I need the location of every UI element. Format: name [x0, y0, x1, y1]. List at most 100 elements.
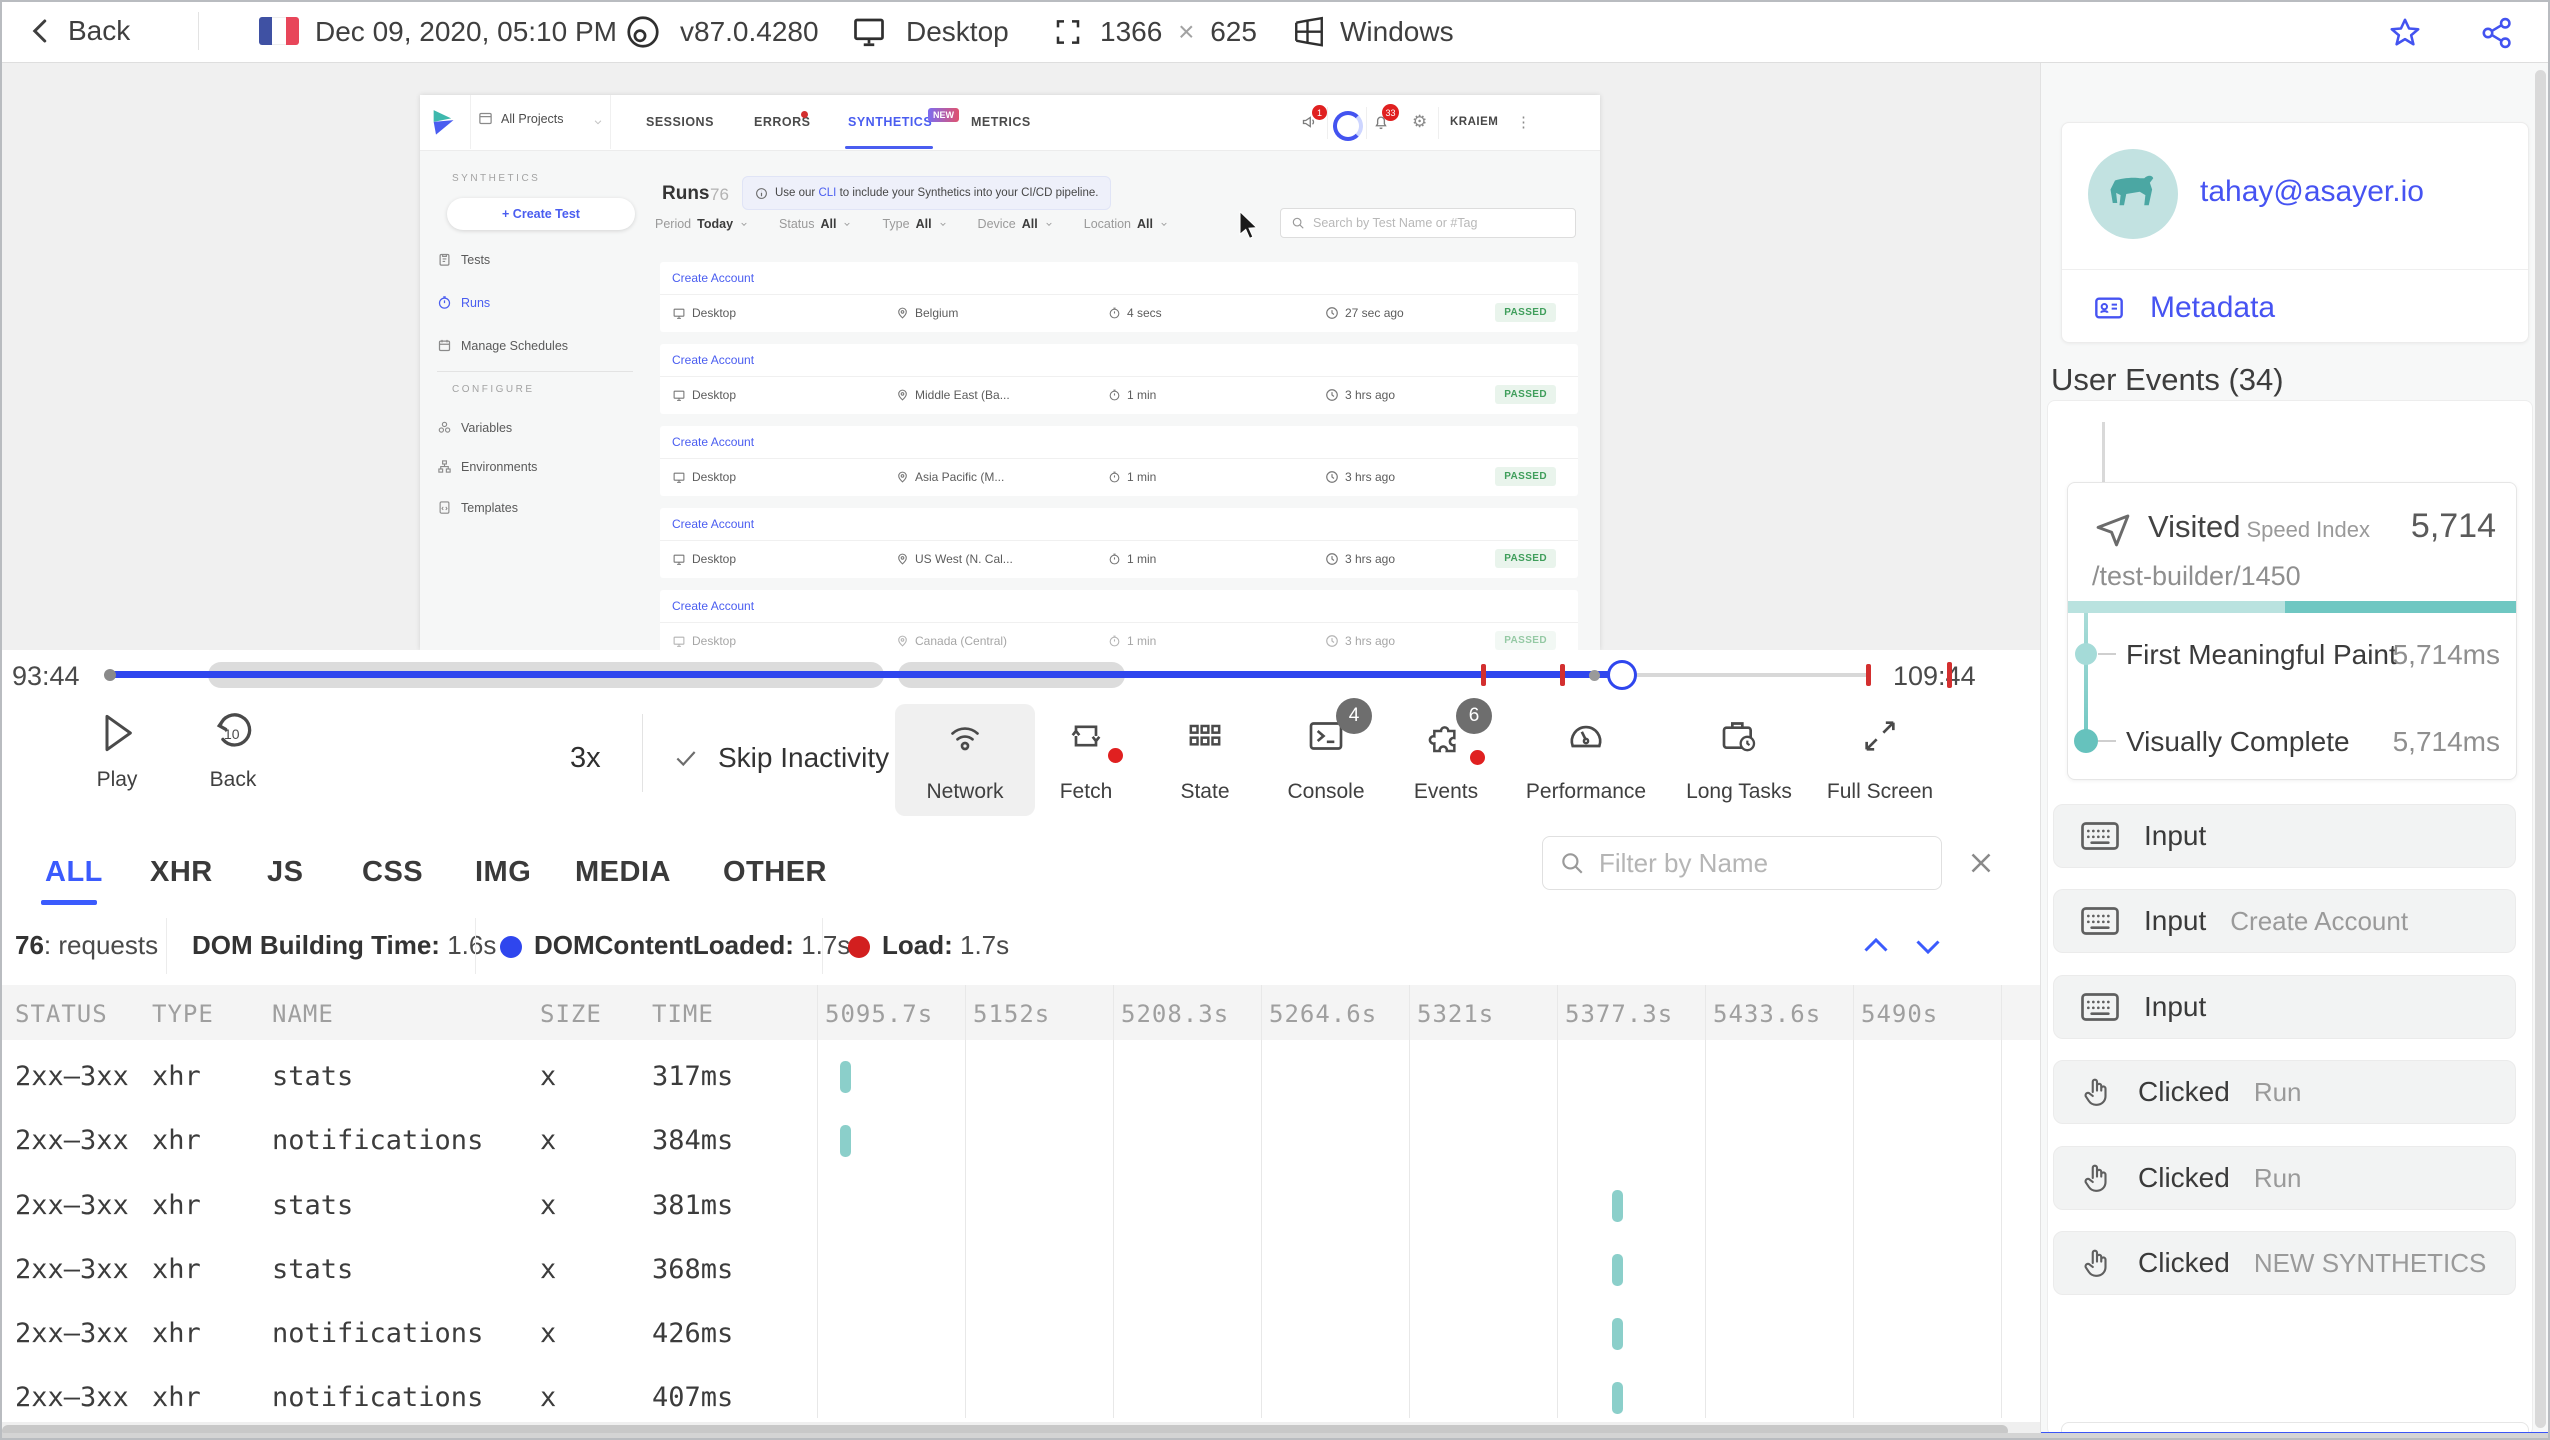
- timer-icon: [437, 295, 452, 310]
- network-tab-css[interactable]: CSS: [362, 856, 423, 889]
- back-button[interactable]: Back: [26, 12, 130, 50]
- col-size: SIZE: [540, 1000, 602, 1028]
- fetch-activity-dot: [1108, 748, 1123, 763]
- chevron-down-icon: [592, 117, 604, 127]
- event-card-input[interactable]: Input Create Account: [2053, 889, 2516, 953]
- time-col-7: 5490s: [1861, 1000, 1939, 1028]
- search-icon: [1291, 216, 1305, 230]
- jump-next-icon[interactable]: [1908, 928, 1948, 964]
- event-card-input[interactable]: Input: [2053, 975, 2516, 1039]
- calendar-icon: [437, 338, 452, 353]
- playhead-handle[interactable]: [1607, 660, 1637, 690]
- network-panel: ALL XHR JS CSS IMG MEDIA OTHER 76: reque…: [0, 822, 2040, 1440]
- request-timing-bar: [840, 1125, 851, 1157]
- event-connector-line: [2102, 422, 2105, 482]
- request-timing-bar: [840, 1061, 851, 1093]
- run-status-badge: PASSED: [1495, 467, 1556, 486]
- event-card-input[interactable]: Input: [2053, 804, 2516, 868]
- time-col-1: 5152s: [973, 1000, 1051, 1028]
- visually-complete-dot: [2074, 729, 2098, 753]
- skip-inactivity-toggle[interactable]: Skip Inactivity: [672, 742, 889, 774]
- sidebar-item-environments: Environments: [437, 459, 537, 474]
- sidebar-scrollbar[interactable]: [2535, 70, 2546, 1428]
- run-name-link: Create Account: [672, 435, 755, 449]
- speed-index-value: 5,714: [2410, 507, 2496, 545]
- play-button[interactable]: Play: [85, 710, 149, 792]
- back-10s-button[interactable]: 10 Back: [200, 710, 266, 792]
- active-tab-underline: [845, 146, 933, 149]
- run-status-badge: PASSED: [1495, 303, 1556, 322]
- events-panel-button[interactable]: 6 Events: [1376, 698, 1516, 816]
- fmp-value: 5,714ms: [2392, 639, 2500, 670]
- sidebar-section-synthetics: SYNTHETICS: [452, 173, 541, 184]
- fullscreen-button[interactable]: Full Screen: [1810, 704, 1950, 816]
- favorite-star-icon[interactable]: [2386, 15, 2424, 51]
- keyboard-icon: [2080, 992, 2120, 1022]
- network-tab-all[interactable]: ALL: [45, 856, 103, 889]
- session-info-sidebar: tahay@asayer.io Metadata User Events (34…: [2040, 62, 2550, 1440]
- fmp-dot: [2075, 643, 2097, 665]
- domcontentloaded-stat: DOMContentLoaded: 1.7s: [534, 930, 851, 960]
- event-card-click[interactable]: Clicked NEW SYNTHETICS: [2053, 1231, 2516, 1295]
- run-when: 27 sec ago: [1325, 306, 1404, 320]
- metadata-button[interactable]: Metadata: [2090, 291, 2275, 325]
- new-badge: NEW: [928, 108, 959, 122]
- metric-connector: [2084, 613, 2088, 743]
- replay-viewport: All Projects SESSIONS ERRORS SYNTHETICS …: [0, 62, 2040, 650]
- run-duration: 1 min: [1108, 552, 1156, 566]
- event-card-click[interactable]: Clicked Run: [2053, 1146, 2516, 1210]
- france-flag-icon: [259, 17, 299, 45]
- network-tab-js[interactable]: JS: [267, 856, 303, 889]
- timeline-progress: [110, 671, 1622, 678]
- search-icon: [1559, 850, 1585, 876]
- network-panel-button[interactable]: Network: [895, 704, 1035, 816]
- filter-box: [1542, 836, 1942, 890]
- check-icon: [672, 745, 700, 771]
- timeline-start-marker: [104, 669, 116, 681]
- user-email-link[interactable]: tahay@asayer.io: [2200, 175, 2424, 209]
- navigation-icon: [2092, 509, 2134, 551]
- click-hand-icon: [2080, 1074, 2114, 1110]
- loading-spinner-icon: [1333, 111, 1363, 141]
- jump-prev-icon[interactable]: [1856, 928, 1896, 964]
- share-icon[interactable]: [2478, 15, 2516, 51]
- gauge-icon: [1566, 716, 1606, 756]
- event-card-click[interactable]: Clicked Run: [2053, 1060, 2516, 1124]
- visited-event-card[interactable]: Visited Speed Index 5,714 /test-builder/…: [2067, 482, 2517, 780]
- filters-row: Period Today Status All Type All Device All …: [655, 215, 1169, 233]
- run-when: 3 hrs ago: [1325, 634, 1395, 648]
- run-row: Create Account Desktop US West (N. Cal..…: [660, 508, 1578, 578]
- network-tab-media[interactable]: MEDIA: [575, 856, 671, 889]
- network-tab-img[interactable]: IMG: [475, 856, 531, 889]
- recorded-mouse-cursor: [1232, 208, 1264, 242]
- long-tasks-panel-button[interactable]: Long Tasks: [1669, 704, 1809, 816]
- timeline-track[interactable]: [104, 650, 1871, 700]
- runs-count: 76: [710, 185, 729, 204]
- run-name-link: Create Account: [672, 271, 755, 285]
- events-count-badge: 6: [1456, 698, 1492, 734]
- network-tab-other[interactable]: OTHER: [723, 856, 827, 889]
- visual-progress-bar-right: [2285, 601, 2516, 613]
- os-name: Windows: [1340, 16, 1454, 47]
- domcontentloaded-dot: [500, 936, 522, 958]
- performance-panel-button[interactable]: Performance: [1516, 704, 1656, 816]
- event-marker-red: [1947, 662, 1952, 688]
- filter-input[interactable]: [1597, 846, 1921, 880]
- cli-info-banner: Use our CLI to include your Synthetics i…: [742, 176, 1112, 210]
- playback-speed-button[interactable]: 3x: [570, 742, 601, 775]
- visited-label: Visited: [2148, 509, 2241, 544]
- network-icon: [945, 716, 985, 756]
- network-tab-xhr[interactable]: XHR: [150, 856, 213, 889]
- close-panel-icon[interactable]: [1964, 846, 1998, 880]
- event-marker-red: [1560, 664, 1565, 686]
- template-icon: [437, 500, 452, 515]
- console-panel-button[interactable]: 4 Console: [1256, 698, 1396, 816]
- replay-project-selector: All Projects: [478, 111, 564, 126]
- run-device: Desktop: [672, 552, 736, 566]
- run-name-link: Create Account: [672, 353, 755, 367]
- window-scrollbar-strip: [0, 1433, 2550, 1440]
- search-placeholder: Search by Test Name or #Tag: [1313, 216, 1478, 230]
- gear-icon: ⚙: [1412, 112, 1428, 131]
- browser-version: v87.0.4280: [680, 16, 819, 47]
- state-panel-button[interactable]: State: [1135, 704, 1275, 816]
